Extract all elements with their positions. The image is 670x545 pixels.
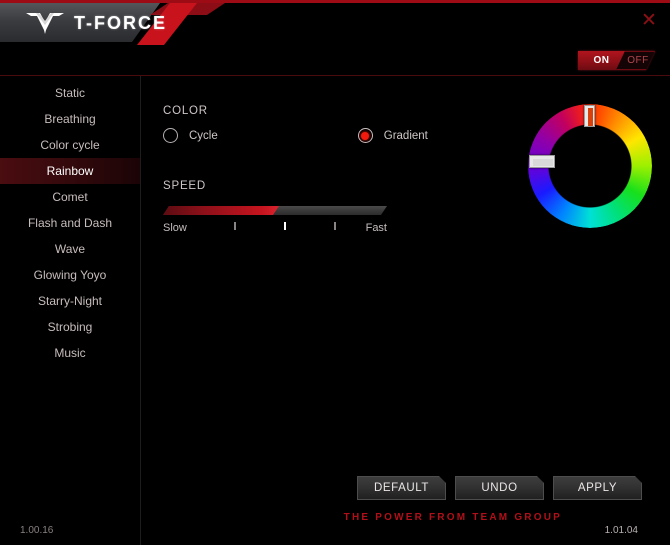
speed-slider-labels: Slow Fast — [163, 220, 387, 236]
tagline: THE POWER FROM TEAM GROUP — [343, 512, 562, 523]
speed-tick-1 — [234, 222, 236, 230]
sidebar-item-music[interactable]: Music — [0, 340, 140, 366]
color-wheel-center — [549, 125, 631, 207]
sidebar-item-color-cycle[interactable]: Color cycle — [0, 132, 140, 158]
speed-slider-fill — [163, 206, 279, 215]
undo-button[interactable]: UNDO — [455, 476, 544, 500]
speed-section-title: SPEED — [163, 180, 206, 192]
speed-slider[interactable] — [163, 206, 387, 215]
speed-max-label: Fast — [365, 222, 387, 234]
power-toggle[interactable]: ON OFF — [578, 51, 664, 70]
color-section: COLOR Cycle Gradient — [163, 105, 428, 143]
sidebar-item-wave[interactable]: Wave — [0, 236, 140, 262]
sidebar-item-flash-and-dash[interactable]: Flash and Dash — [0, 210, 140, 236]
speed-min-label: Slow — [163, 222, 187, 234]
app-version: 1.01.04 — [604, 525, 638, 536]
radio-gradient[interactable]: Gradient — [357, 128, 428, 143]
tforce-blitz-window: T-FORCE ✕ ON OFF Static Breathing Color … — [0, 0, 670, 545]
power-bar: ON OFF — [0, 45, 670, 76]
speed-tick-3 — [334, 222, 336, 230]
radio-cycle-indicator[interactable] — [163, 128, 178, 143]
title-bar: T-FORCE ✕ — [0, 3, 670, 45]
speed-section: SPEED Slow Fast — [163, 180, 391, 236]
color-wheel[interactable] — [528, 104, 652, 228]
sidebar-item-comet[interactable]: Comet — [0, 184, 140, 210]
action-buttons: DEFAULT UNDO APPLY — [357, 476, 642, 500]
color-mode-radio-group: Cycle Gradient — [163, 128, 428, 143]
radio-gradient-indicator[interactable] — [357, 128, 373, 143]
effects-sidebar: Static Breathing Color cycle Rainbow Com… — [0, 76, 141, 545]
tforce-logo-icon — [26, 13, 64, 34]
color-section-title: COLOR — [163, 105, 208, 117]
sidebar-item-glowing-yoyo[interactable]: Glowing Yoyo — [0, 262, 140, 288]
wheel-handle-left[interactable] — [529, 155, 555, 168]
effect-settings-panel: COLOR Cycle Gradient SPEED Slow Fast — [142, 76, 670, 545]
radio-cycle[interactable]: Cycle — [163, 128, 218, 143]
radio-gradient-label: Gradient — [383, 129, 428, 142]
sidebar-item-breathing[interactable]: Breathing — [0, 106, 140, 132]
sidebar-item-starry-night[interactable]: Starry-Night — [0, 288, 140, 314]
brand-logo: T-FORCE — [24, 11, 167, 35]
close-icon[interactable]: ✕ — [636, 7, 662, 33]
speed-tick-2-current — [284, 222, 286, 230]
sidebar-item-strobing[interactable]: Strobing — [0, 314, 140, 340]
sidebar-item-rainbow[interactable]: Rainbow — [0, 158, 140, 184]
wheel-handle-top[interactable] — [584, 105, 595, 127]
brand-name: T-FORCE — [74, 12, 167, 33]
firmware-version: 1.00.16 — [20, 525, 54, 536]
sidebar-item-static[interactable]: Static — [0, 80, 140, 106]
default-button[interactable]: DEFAULT — [357, 476, 446, 500]
radio-cycle-label: Cycle — [189, 129, 218, 142]
apply-button[interactable]: APPLY — [553, 476, 642, 500]
